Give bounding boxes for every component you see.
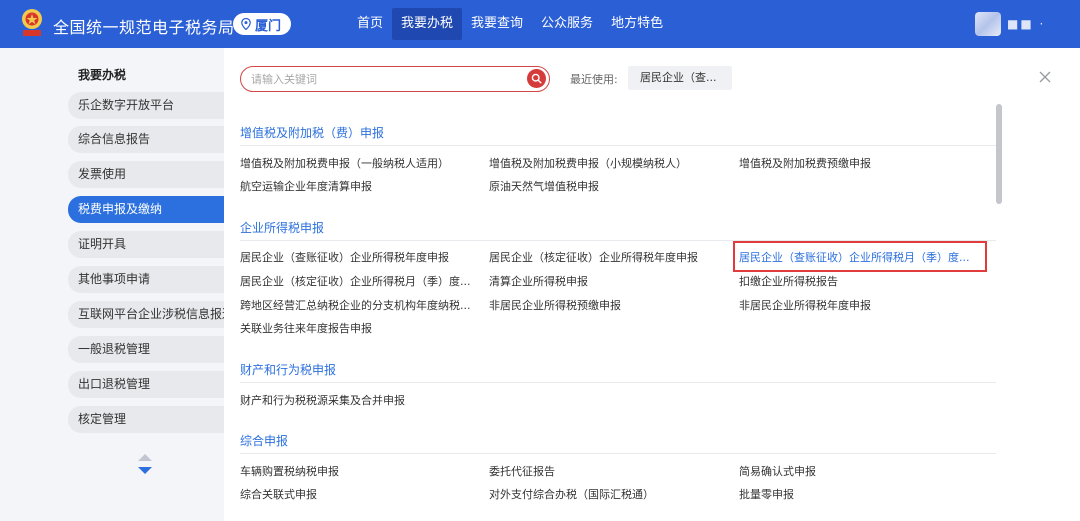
sidebar-item-assessment[interactable]: 核定管理 bbox=[68, 406, 224, 433]
nav-tax-handling[interactable]: 我要办税 bbox=[392, 8, 463, 40]
nav-local-features[interactable]: 地方特色 bbox=[602, 8, 672, 40]
scroll-arrows-icon[interactable] bbox=[136, 452, 154, 478]
recent-label: 最近使用: bbox=[570, 73, 618, 86]
main-nav: 首页 我要办税 我要查询 公众服务 地方特色 bbox=[348, 8, 672, 40]
service-link[interactable]: 财产和行为税税源采集及合并申报 bbox=[240, 394, 405, 408]
location-pin-icon bbox=[241, 18, 251, 30]
user-menu[interactable]: ■■ · bbox=[975, 12, 1045, 36]
app-title[interactable]: 全国统一规范电子税务局 bbox=[53, 14, 235, 38]
divider bbox=[240, 453, 996, 454]
search-button[interactable] bbox=[527, 69, 546, 88]
sidebar-item-info-report[interactable]: 综合信息报告 bbox=[68, 126, 224, 153]
sidebar-item-tax-declaration[interactable]: 税费申报及缴纳 bbox=[68, 196, 224, 223]
sidebar-item-invoice[interactable]: 发票使用 bbox=[68, 161, 224, 188]
nav-query[interactable]: 我要查询 bbox=[462, 8, 532, 40]
service-link[interactable]: 增值税及附加税费申报（一般纳税人适用） bbox=[240, 157, 449, 171]
top-header: 全国统一规范电子税务局 厦门 首页 我要办税 我要查询 公众服务 地方特色 ■■… bbox=[0, 0, 1080, 48]
service-link[interactable]: 非居民企业所得税预缴申报 bbox=[489, 299, 621, 313]
search-input[interactable] bbox=[251, 70, 511, 88]
divider bbox=[240, 382, 996, 383]
service-link[interactable]: 居民企业（核定征收）企业所得税年度申报 bbox=[489, 251, 698, 265]
scrollbar[interactable] bbox=[996, 104, 1002, 204]
sidebar-item-platform-reporting[interactable]: 互联网平台企业涉税信息报送 bbox=[68, 301, 234, 328]
city-name: 厦门 bbox=[255, 18, 282, 34]
search-icon bbox=[531, 73, 542, 84]
service-link[interactable]: 车辆购置税纳税申报 bbox=[240, 465, 339, 479]
service-link[interactable]: 航空运输企业年度清算申报 bbox=[240, 180, 372, 194]
divider bbox=[240, 145, 996, 146]
service-link[interactable]: 跨地区经营汇总纳税企业的分支机构年度纳税... bbox=[240, 299, 471, 313]
service-link[interactable]: 关联业务往来年度报告申报 bbox=[240, 322, 372, 336]
city-selector[interactable]: 厦门 bbox=[233, 13, 292, 35]
category-title-cit: 企业所得税申报 bbox=[240, 221, 325, 235]
category-title-comprehensive: 综合申报 bbox=[240, 434, 289, 448]
recent-item-chip[interactable]: 居民企业（查... bbox=[628, 66, 732, 90]
service-link[interactable]: 对外支付综合办税（国际汇税通） bbox=[489, 488, 654, 502]
close-icon[interactable] bbox=[1036, 68, 1054, 86]
service-link[interactable]: 居民企业（核定征收）企业所得税月（季）度... bbox=[240, 275, 471, 289]
service-link[interactable]: 综合关联式申报 bbox=[240, 488, 317, 502]
sidebar-item-export-refund[interactable]: 出口退税管理 bbox=[68, 371, 224, 398]
category-title-vat: 增值税及附加税（费）申报 bbox=[240, 126, 385, 140]
service-panel: 最近使用: 居民企业（查... 增值税及附加税（费）申报 增值税及附加税费申报（… bbox=[224, 48, 1080, 521]
sidebar-item-certificate[interactable]: 证明开具 bbox=[68, 231, 224, 258]
avatar[interactable] bbox=[975, 12, 1001, 36]
national-emblem-icon bbox=[22, 9, 42, 36]
highlight-box bbox=[733, 241, 987, 272]
service-link[interactable]: 批量零申报 bbox=[739, 488, 794, 502]
service-link[interactable]: 委托代征报告 bbox=[489, 465, 555, 479]
sidebar-item-other-applications[interactable]: 其他事项申请 bbox=[68, 266, 224, 293]
sidebar-title: 我要办税 bbox=[78, 68, 127, 82]
service-link[interactable]: 简易确认式申报 bbox=[739, 465, 816, 479]
service-link[interactable]: 非居民企业所得税年度申报 bbox=[739, 299, 871, 313]
nav-home[interactable]: 首页 bbox=[348, 8, 392, 40]
service-link[interactable]: 增值税及附加税费预缴申报 bbox=[739, 157, 871, 171]
sidebar: 我要办税 乐企数字开放平台 综合信息报告 发票使用 税费申报及缴纳 证明开具 其… bbox=[0, 48, 234, 521]
service-link[interactable]: 居民企业（查账征收）企业所得税年度申报 bbox=[240, 251, 449, 265]
service-link[interactable]: 扣缴企业所得税报告 bbox=[739, 275, 838, 289]
search-box bbox=[240, 66, 550, 92]
service-link[interactable]: 原油天然气增值税申报 bbox=[489, 180, 599, 194]
nav-public-service[interactable]: 公众服务 bbox=[532, 8, 602, 40]
sidebar-item-open-platform[interactable]: 乐企数字开放平台 bbox=[68, 92, 224, 119]
sidebar-item-refund[interactable]: 一般退税管理 bbox=[68, 336, 224, 363]
user-name: ■■ · bbox=[1007, 17, 1046, 31]
service-link[interactable]: 增值税及附加税费申报（小规模纳税人） bbox=[489, 157, 687, 171]
service-link[interactable]: 清算企业所得税申报 bbox=[489, 275, 588, 289]
category-title-property: 财产和行为税申报 bbox=[240, 363, 337, 377]
